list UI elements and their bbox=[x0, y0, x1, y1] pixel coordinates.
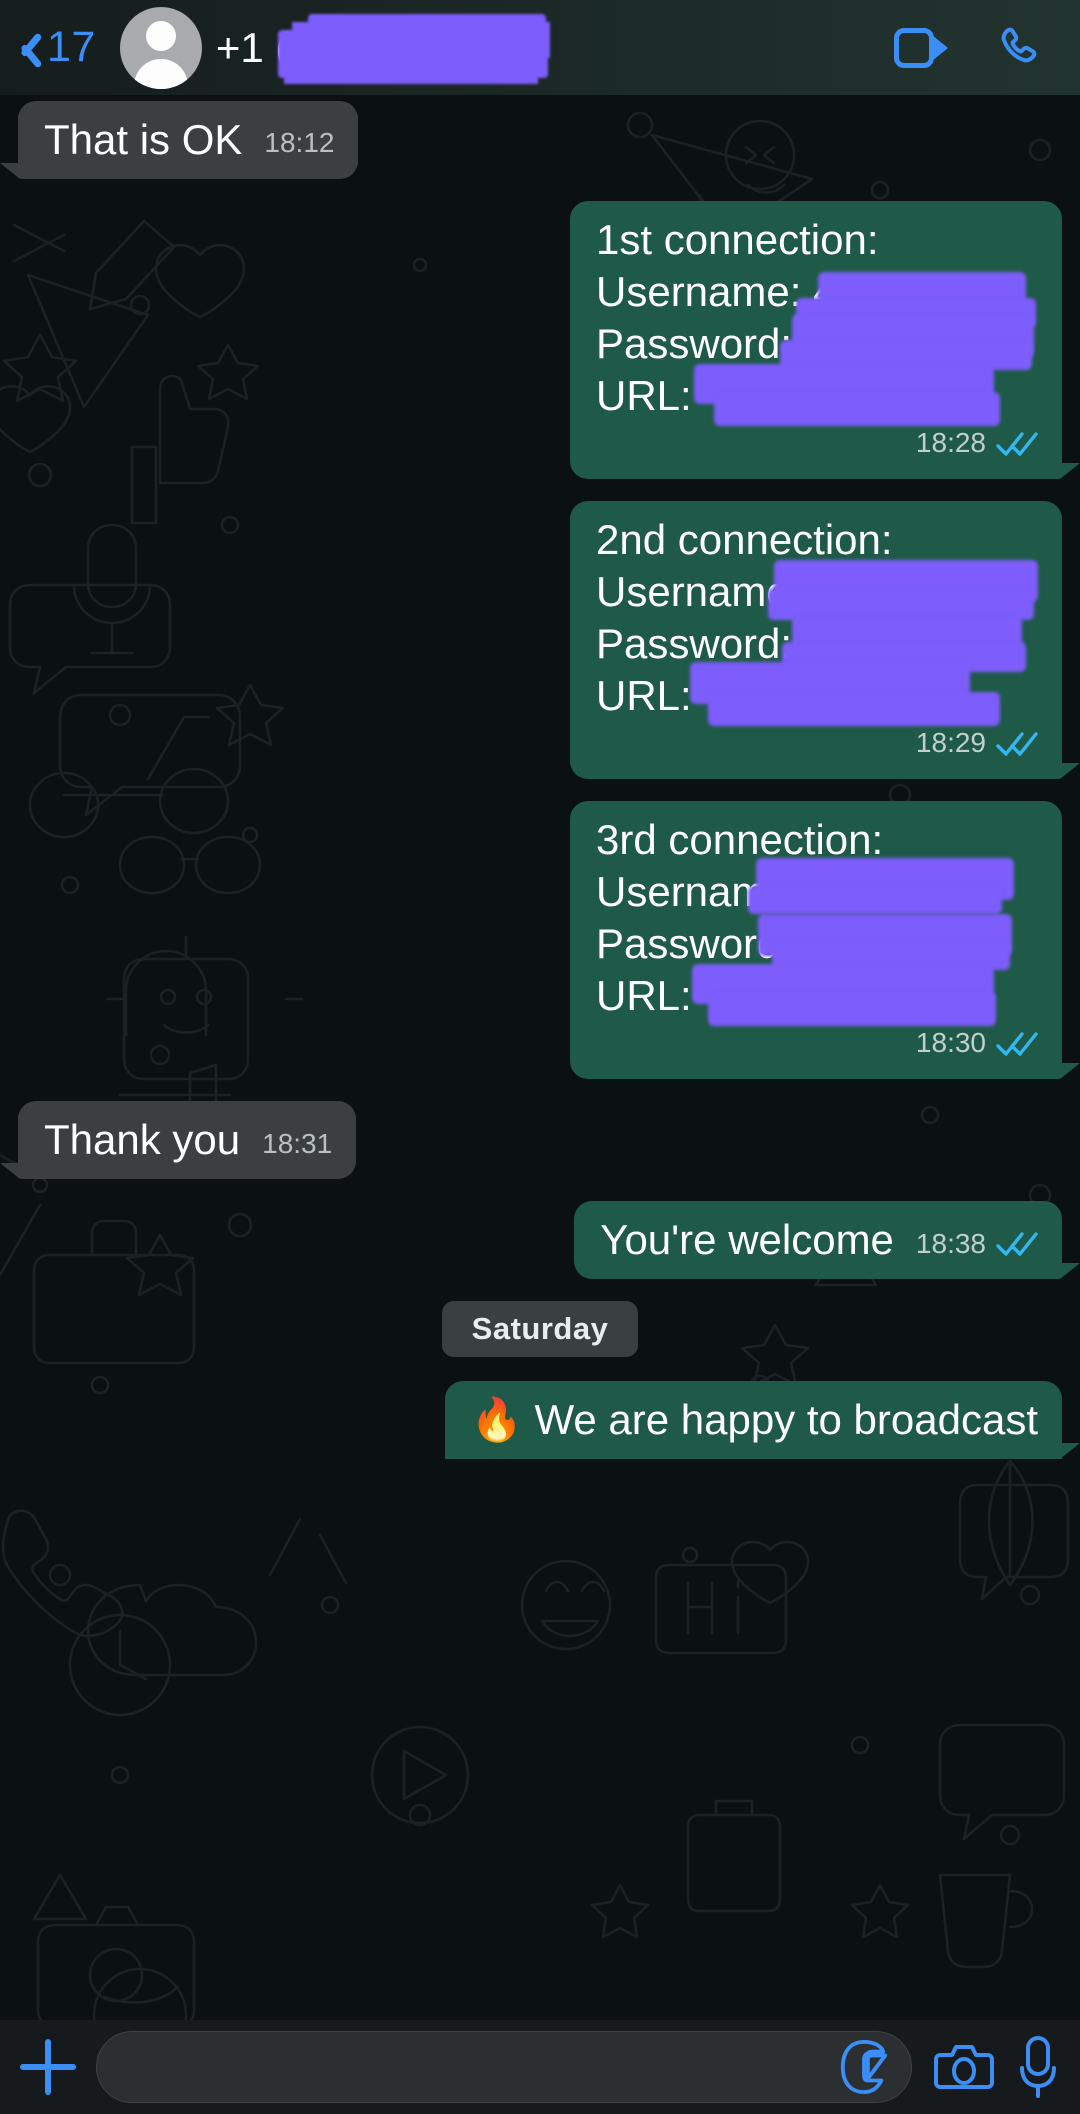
avatar-head-shape bbox=[145, 20, 176, 51]
message-row: That is OK 18:12 bbox=[0, 101, 1062, 180]
attach-plus-button[interactable] bbox=[0, 2039, 96, 2095]
message-bubble-outgoing[interactable]: You're welcome 18:38 bbox=[574, 1201, 1080, 1280]
redaction-block bbox=[714, 392, 1000, 427]
read-receipt-double-check-icon bbox=[996, 731, 1038, 757]
message-bubble-outgoing[interactable]: 1st connection: Username: 4 Password: UR… bbox=[570, 201, 1080, 480]
avatar-body-shape bbox=[133, 58, 188, 89]
credential-label: Password: bbox=[596, 320, 793, 368]
credential-label: Username: bbox=[596, 268, 802, 316]
credential-username: Username: 4 bbox=[596, 266, 1038, 329]
read-receipt-double-check-icon bbox=[996, 1031, 1038, 1057]
message-bubble-outgoing[interactable]: 3rd connection: Username: Password: URL: bbox=[570, 801, 1080, 1080]
credential-username: Username: bbox=[596, 560, 1038, 621]
message-time: 18:29 bbox=[915, 727, 986, 759]
back-button[interactable]: 17 bbox=[14, 23, 96, 72]
message-meta: 18:29 bbox=[916, 726, 1038, 766]
video-camera-icon[interactable] bbox=[894, 27, 948, 68]
read-receipt-double-check-icon bbox=[996, 431, 1038, 457]
message-time: 18:28 bbox=[915, 427, 986, 459]
redaction-block-contact-name bbox=[277, 13, 548, 78]
credential-username: Username: bbox=[596, 858, 1038, 918]
date-divider-label: Saturday bbox=[441, 1301, 639, 1358]
message-row: 🔥 We are happy to broadcast bbox=[18, 1381, 1080, 1460]
contact-title[interactable]: +1 ( bbox=[216, 13, 894, 78]
message-bubble-incoming[interactable]: Thank you 18:31 bbox=[0, 1101, 357, 1180]
credential-password: Password: bbox=[596, 314, 1038, 371]
redaction-block bbox=[708, 992, 996, 1027]
credential-password: Password: bbox=[596, 914, 1038, 971]
plus-icon[interactable] bbox=[20, 2039, 76, 2095]
message-text: Thank you bbox=[44, 1116, 241, 1164]
credential-label: URL: bbox=[596, 372, 692, 420]
message-row: 3rd connection: Username: Password: URL: bbox=[18, 801, 1080, 1080]
message-time: 18:30 bbox=[915, 1027, 986, 1059]
message-text: 🔥 We are happy to broadcast bbox=[470, 1396, 1039, 1444]
composer-bar bbox=[0, 2020, 1080, 2114]
header-actions bbox=[894, 25, 1042, 71]
chat-header: 17 +1 ( bbox=[0, 0, 1080, 95]
credential-label: URL: bbox=[596, 972, 692, 1020]
avatar[interactable] bbox=[119, 6, 202, 89]
credential-url: URL: bbox=[596, 662, 1038, 727]
message-meta: 18:30 bbox=[916, 1026, 1038, 1066]
message-bubble-outgoing[interactable]: 🔥 We are happy to broadcast bbox=[444, 1381, 1080, 1460]
chat-scroll-area[interactable]: That is OK 18:12 1st connection: Usernam… bbox=[0, 95, 1080, 2020]
message-bubble-outgoing[interactable]: 2nd connection: Username: Password: URL: bbox=[570, 501, 1080, 780]
message-time: 18:31 bbox=[262, 1127, 333, 1159]
credential-url: URL: bbox=[596, 364, 1038, 427]
message-meta: 18:28 bbox=[916, 426, 1038, 466]
credential-label: Password: bbox=[596, 620, 793, 668]
message-row: 2nd connection: Username: Password: URL: bbox=[18, 501, 1080, 780]
message-text: That is OK bbox=[44, 116, 243, 163]
redaction-block bbox=[748, 886, 1002, 915]
message-meta: 18:31 bbox=[262, 1127, 332, 1167]
message-input-container[interactable] bbox=[96, 2031, 912, 2103]
credential-label: URL: bbox=[596, 672, 692, 720]
credentials-title: 1st connection: bbox=[596, 216, 879, 264]
composer-actions bbox=[934, 2036, 1056, 2098]
microphone-icon[interactable] bbox=[1020, 2036, 1056, 2098]
credential-url: URL: bbox=[596, 964, 1038, 1027]
sticker-icon[interactable] bbox=[837, 2038, 891, 2096]
message-text: You're welcome bbox=[600, 1216, 894, 1264]
message-meta: 18:38 bbox=[916, 1227, 1038, 1267]
credentials-title: 2nd connection: bbox=[596, 516, 893, 564]
message-time: 18:38 bbox=[915, 1227, 986, 1259]
message-time: 18:12 bbox=[264, 127, 335, 159]
chevron-left-icon[interactable] bbox=[14, 24, 40, 72]
read-receipt-double-check-icon bbox=[996, 1231, 1038, 1257]
phone-icon[interactable] bbox=[996, 25, 1042, 71]
message-input[interactable] bbox=[117, 2047, 837, 2087]
unread-count-badge: 17 bbox=[47, 23, 96, 71]
message-bubble-incoming[interactable]: That is OK 18:12 bbox=[0, 101, 359, 180]
date-divider: Saturday bbox=[18, 1301, 1062, 1358]
redaction-block bbox=[708, 692, 1000, 727]
message-row: Thank you 18:31 bbox=[0, 1101, 1062, 1180]
camera-icon[interactable] bbox=[934, 2041, 994, 2093]
message-row: You're welcome 18:38 bbox=[18, 1201, 1080, 1280]
message-list: That is OK 18:12 1st connection: Usernam… bbox=[0, 95, 1080, 2020]
message-row: 1st connection: Username: 4 Password: UR… bbox=[18, 201, 1080, 480]
message-meta: 18:12 bbox=[264, 126, 334, 166]
